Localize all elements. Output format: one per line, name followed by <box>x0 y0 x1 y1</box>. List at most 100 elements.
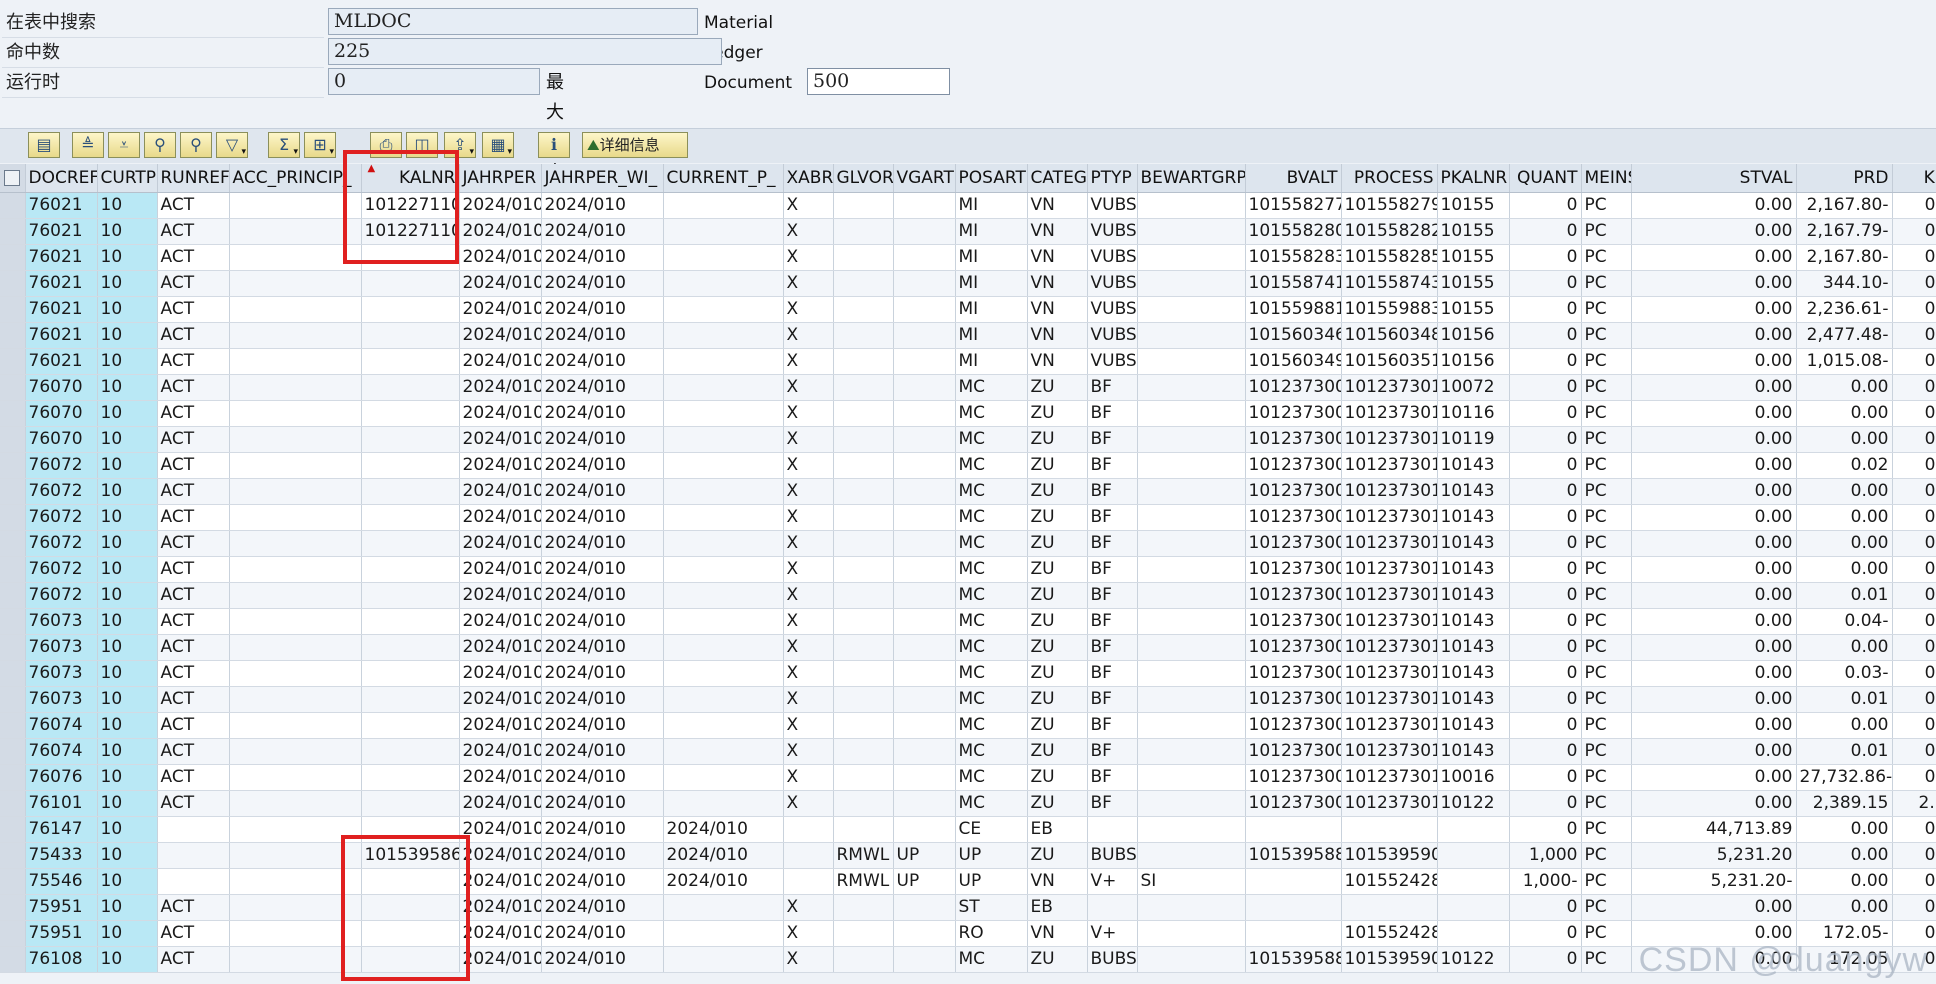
table-row[interactable]: 76076 10 ACT 2024/010 2024/010 X MC ZU BF 1012373… <box>0 764 1936 791</box>
row-selector[interactable] <box>0 452 26 479</box>
table-row[interactable]: 76070 10 ACT 2024/010 2024/010 X MC ZU BF 1012373… <box>0 400 1936 427</box>
row-selector[interactable] <box>0 426 26 453</box>
table-row[interactable]: 75546 10 2024/010 2024/010 2024/010 RMWL UP UP V… <box>0 868 1936 895</box>
row-selector[interactable] <box>0 712 26 739</box>
row-selector[interactable] <box>0 530 26 557</box>
row-selector[interactable] <box>0 478 26 505</box>
row-selector[interactable] <box>0 660 26 687</box>
table-row[interactable]: 76073 10 ACT 2024/010 2024/010 X MC ZU BF 1012373… <box>0 608 1936 635</box>
column-header-quant[interactable]: QUANT <box>1509 164 1582 193</box>
filter-icon[interactable]: ▽ ▾ <box>216 132 248 158</box>
column-header-curtp[interactable]: CURTP <box>97 164 158 193</box>
details-view-icon[interactable]: ▤ <box>28 132 60 158</box>
row-selector[interactable] <box>0 374 26 401</box>
cell-docref: 76072 <box>25 452 98 479</box>
max-hits-input[interactable]: 500 <box>807 68 950 95</box>
row-selector[interactable] <box>0 868 26 895</box>
sort-descending-icon[interactable]: ⩡ <box>108 132 140 158</box>
column-header-pkalnr[interactable]: PKALNR <box>1437 164 1510 193</box>
layout-icon[interactable]: ▦ ▾ <box>482 132 514 158</box>
row-selector[interactable] <box>0 504 26 531</box>
table-row[interactable]: 75951 10 ACT 2024/010 2024/010 X ST EB 0 PC 0.00 0.… <box>0 894 1936 921</box>
table-row[interactable]: 76021 10 ACT 2024/010 2024/010 X MI VN VUBS 10155… <box>0 244 1936 271</box>
sum-icon[interactable]: Σ ▾ <box>268 132 300 158</box>
row-selector[interactable] <box>0 634 26 661</box>
column-header-jahrper-wi[interactable]: JAHRPER_WI_ <box>541 164 664 193</box>
table-row[interactable]: 75433 10 101539586 2024/010 2024/010 2024/010… <box>0 842 1936 869</box>
column-header-current-p[interactable]: CURRENT_P_ <box>663 164 784 193</box>
print-icon[interactable]: ⎙ <box>370 132 402 158</box>
row-selector[interactable] <box>0 738 26 765</box>
row-selector[interactable] <box>0 556 26 583</box>
column-header-stval[interactable]: STVAL <box>1631 164 1797 193</box>
table-row[interactable]: 76021 10 ACT 2024/010 2024/010 X MI VN VUBS 10156… <box>0 348 1936 375</box>
row-selector[interactable] <box>0 192 26 219</box>
row-selector[interactable] <box>0 608 26 635</box>
table-row[interactable]: 76072 10 ACT 2024/010 2024/010 X MC ZU BF 1012373… <box>0 530 1936 557</box>
export-icon[interactable]: ⇪ ▾ <box>444 132 476 158</box>
column-header-docref[interactable]: DOCREF <box>25 164 98 193</box>
detail-info-button[interactable]: ⛰详细信息 <box>582 132 688 158</box>
sort-ascending-icon[interactable]: ≜ <box>72 132 104 158</box>
column-header-ptyp[interactable]: PTYP <box>1087 164 1138 193</box>
table-row[interactable]: 76070 10 ACT 2024/010 2024/010 X MC ZU BF 1012373… <box>0 426 1936 453</box>
table-row[interactable]: 76021 10 ACT 101227110 2024/010 2024/010 X MI VN… <box>0 218 1936 245</box>
row-selector[interactable] <box>0 842 26 869</box>
row-selector[interactable] <box>0 348 26 375</box>
select-all-icon[interactable] <box>0 164 26 193</box>
table-row[interactable]: 76070 10 ACT 2024/010 2024/010 X MC ZU BF 1012373… <box>0 374 1936 401</box>
row-selector[interactable] <box>0 322 26 349</box>
print-preview-icon[interactable]: ◫ <box>406 132 438 158</box>
table-row[interactable]: 76072 10 ACT 2024/010 2024/010 X MC ZU BF 1012373… <box>0 478 1936 505</box>
table-row[interactable]: 76021 10 ACT 2024/010 2024/010 X MI VN VUBS 10155… <box>0 270 1936 297</box>
table-row[interactable]: 76073 10 ACT 2024/010 2024/010 X MC ZU BF 1012373… <box>0 634 1936 661</box>
subtotal-icon[interactable]: ⊞ ▾ <box>304 132 336 158</box>
row-selector[interactable] <box>0 582 26 609</box>
row-selector[interactable] <box>0 686 26 713</box>
column-header-acc-princip[interactable]: ACC_PRINCIP_ <box>229 164 362 193</box>
table-row[interactable]: 76147 10 2024/010 2024/010 2024/010 CE EB 0 PC 44… <box>0 816 1936 843</box>
column-header-runref[interactable]: RUNREF <box>157 164 230 193</box>
table-row[interactable]: 76021 10 ACT 101227110 2024/010 2024/010 X MI VN… <box>0 192 1936 219</box>
table-row[interactable]: 76074 10 ACT 2024/010 2024/010 X MC ZU BF 1012373… <box>0 712 1936 739</box>
column-header-xabr[interactable]: XABR <box>783 164 834 193</box>
column-header-kalnr[interactable]: KALNR ▲ <box>361 164 460 193</box>
row-selector[interactable] <box>0 764 26 791</box>
info-icon[interactable]: ℹ <box>538 132 570 158</box>
table-row[interactable]: 76072 10 ACT 2024/010 2024/010 X MC ZU BF 1012373… <box>0 452 1936 479</box>
table-row[interactable]: 76073 10 ACT 2024/010 2024/010 X MC ZU BF 1012373… <box>0 660 1936 687</box>
column-header-glvor[interactable]: GLVOR <box>833 164 894 193</box>
column-header-meins[interactable]: MEINS <box>1581 164 1632 193</box>
table-row[interactable]: 76073 10 ACT 2024/010 2024/010 X MC ZU BF 1012373… <box>0 686 1936 713</box>
row-selector[interactable] <box>0 920 26 947</box>
column-header-posart[interactable]: POSART <box>955 164 1028 193</box>
row-selector[interactable] <box>0 244 26 271</box>
row-selector[interactable] <box>0 894 26 921</box>
row-selector[interactable] <box>0 790 26 817</box>
table-row[interactable]: 76072 10 ACT 2024/010 2024/010 X MC ZU BF 1012373… <box>0 582 1936 609</box>
table-row[interactable]: 76072 10 ACT 2024/010 2024/010 X MC ZU BF 1012373… <box>0 504 1936 531</box>
find-icon[interactable]: ⚲ <box>144 132 176 158</box>
table-row[interactable]: 76021 10 ACT 2024/010 2024/010 X MI VN VUBS 10155… <box>0 296 1936 323</box>
row-selector[interactable] <box>0 816 26 843</box>
row-selector[interactable] <box>0 270 26 297</box>
row-selector[interactable] <box>0 296 26 323</box>
table-row[interactable]: 76072 10 ACT 2024/010 2024/010 X MC ZU BF 1012373… <box>0 556 1936 583</box>
column-header-kdm[interactable]: KDM <box>1892 164 1936 193</box>
cell-categ: VN <box>1027 348 1088 375</box>
table-row[interactable]: 76074 10 ACT 2024/010 2024/010 X MC ZU BF 1012373… <box>0 738 1936 765</box>
row-selector[interactable] <box>0 946 26 973</box>
table-row[interactable]: 76021 10 ACT 2024/010 2024/010 X MI VN VUBS 10156… <box>0 322 1936 349</box>
column-header-process[interactable]: PROCESS <box>1341 164 1438 193</box>
row-selector[interactable] <box>0 218 26 245</box>
search-table-field[interactable]: MLDOC <box>328 8 698 35</box>
column-header-categ[interactable]: CATEG <box>1027 164 1088 193</box>
column-header-prd[interactable]: PRD <box>1796 164 1893 193</box>
column-header-vgart[interactable]: VGART <box>893 164 956 193</box>
column-header-bvalt[interactable]: BVALT <box>1245 164 1342 193</box>
row-selector[interactable] <box>0 400 26 427</box>
table-row[interactable]: 76101 10 ACT 2024/010 2024/010 X MC ZU BF 1012373… <box>0 790 1936 817</box>
column-header-bewartgrp[interactable]: BEWARTGRP <box>1137 164 1246 193</box>
column-header-jahrper[interactable]: JAHRPER <box>459 164 542 193</box>
find-next-icon[interactable]: ⚲ <box>180 132 212 158</box>
